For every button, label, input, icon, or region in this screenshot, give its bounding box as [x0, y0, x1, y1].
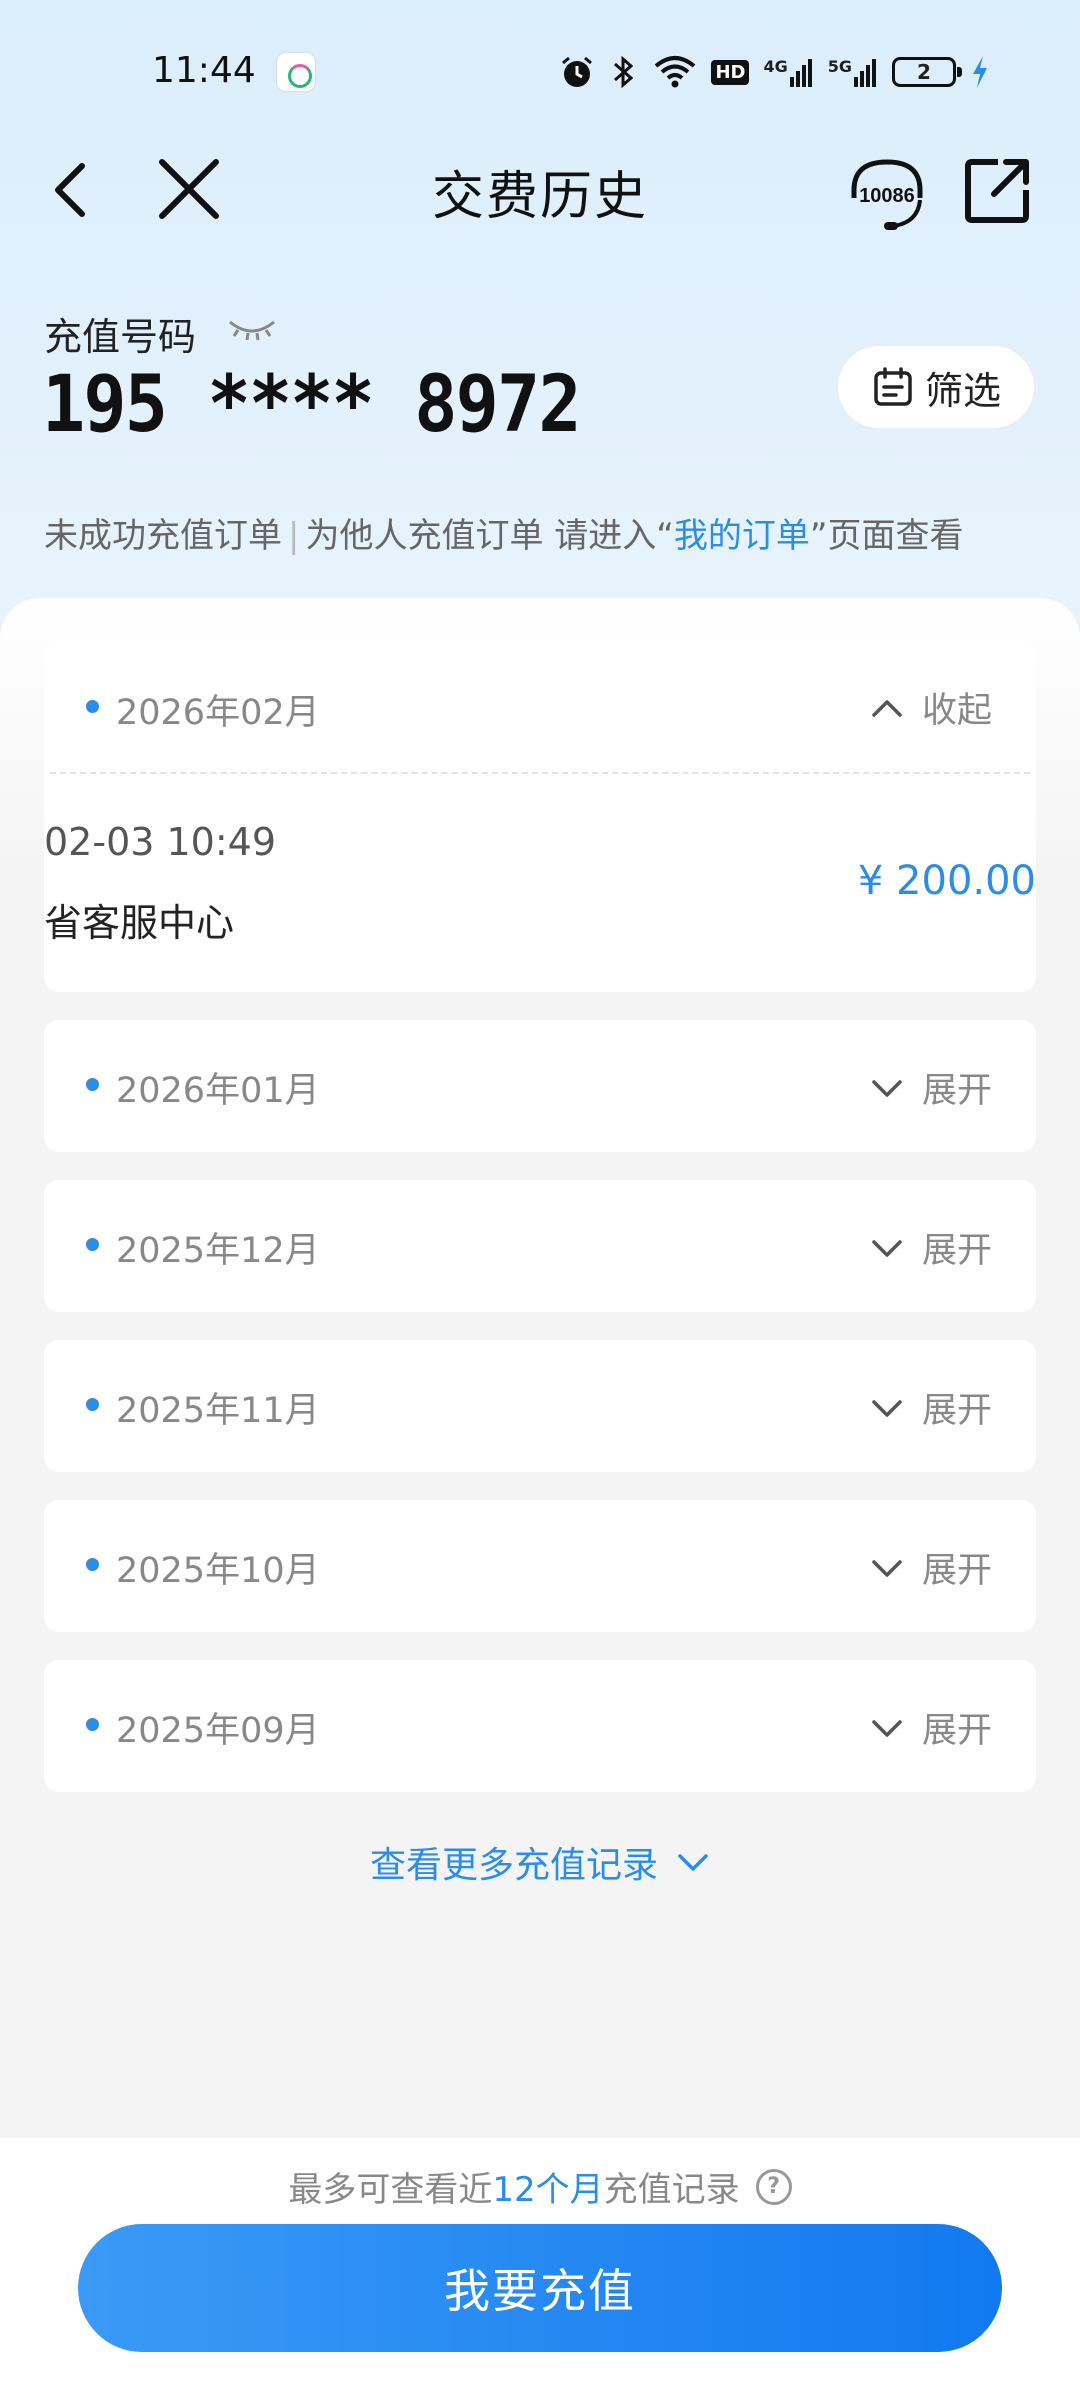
- chevron-down-icon: [872, 1079, 902, 1097]
- toggle-label: 展开: [921, 1071, 992, 1111]
- month-dot: [86, 1238, 99, 1251]
- month-label: 2025年10月: [116, 1551, 320, 1591]
- month-dot: [86, 700, 99, 713]
- expand-toggle[interactable]: 展开: [870, 1542, 992, 1593]
- toggle-label: 展开: [921, 1391, 992, 1431]
- account-number: 195 **** 8972: [42, 360, 582, 450]
- dashed-divider: [50, 772, 1030, 774]
- notice-text-1: 未成功充值订单: [44, 516, 282, 556]
- toggle-label: 展开: [921, 1551, 992, 1591]
- month-label: 2025年12月: [116, 1231, 320, 1271]
- signal-5g: 5G: [828, 57, 878, 87]
- hd-badge: HD: [711, 59, 750, 85]
- limit-text: 最多可查看近12个月充值记录: [288, 2170, 740, 2210]
- toggle-label: 展开: [921, 1711, 992, 1751]
- orders-notice: 未成功充值订单 | 为他人充值订单 请进入“我的订单”页面查看: [44, 508, 964, 557]
- view-more-records[interactable]: 查看更多充值记录: [0, 1836, 1080, 1888]
- expand-toggle[interactable]: 展开: [870, 1222, 992, 1273]
- battery-icon: 2: [892, 57, 962, 87]
- toggle-label: 展开: [921, 1231, 992, 1271]
- history-limit-note: 最多可查看近12个月充值记录 ?: [0, 2162, 1080, 2211]
- month-dot: [86, 1398, 99, 1411]
- month-label: 2025年09月: [116, 1711, 320, 1751]
- charging-icon: [973, 56, 987, 88]
- share-icon[interactable]: [958, 150, 1038, 230]
- expand-toggle[interactable]: 展开: [870, 1382, 992, 1433]
- chevron-up-icon: [872, 699, 902, 717]
- recharge-label: 我要充值: [444, 2264, 636, 2318]
- service-number: 10086: [859, 185, 915, 207]
- month-card[interactable]: 2025年12月 展开: [44, 1180, 1036, 1312]
- customer-service-icon[interactable]: 10086: [842, 148, 932, 238]
- chevron-down-icon: [678, 1854, 708, 1871]
- month-card[interactable]: 2025年11月 展开: [44, 1340, 1036, 1472]
- chevron-down-icon: [872, 1719, 902, 1737]
- carrier-app-icon: [276, 52, 316, 92]
- status-bar: 11:44 HD 4G 5G 2: [0, 40, 1080, 104]
- chevron-down-icon: [872, 1239, 902, 1257]
- month-header[interactable]: 2026年02月 收起: [44, 640, 1036, 770]
- notice-text-3: ”页面查看: [809, 516, 964, 556]
- recharge-button[interactable]: 我要充值: [78, 2224, 1002, 2352]
- my-orders-link[interactable]: 我的订单: [674, 516, 810, 556]
- month-label: 2025年11月: [116, 1391, 320, 1431]
- signal-bars-icon: [789, 59, 812, 87]
- alarm-icon: [562, 56, 593, 87]
- bluetooth-icon: [614, 55, 634, 89]
- signal-bars-icon: [854, 59, 876, 87]
- view-more-label: 查看更多充值记录: [369, 1845, 658, 1886]
- record-amount: ¥ 200.00: [857, 858, 1036, 904]
- month-label: 2026年02月: [116, 693, 320, 733]
- chevron-down-icon: [872, 1559, 902, 1577]
- collapse-toggle[interactable]: 收起: [870, 682, 992, 733]
- account-label: 充值号码: [44, 315, 197, 359]
- month-dot: [86, 1558, 99, 1571]
- month-dot: [86, 1718, 99, 1731]
- wifi-icon: [655, 56, 696, 88]
- chevron-down-icon: [872, 1399, 902, 1417]
- notice-separator: |: [288, 516, 300, 556]
- status-time: 11:44: [152, 50, 256, 91]
- month-card[interactable]: 2025年09月 展开: [44, 1660, 1036, 1792]
- month-dot: [86, 1078, 99, 1091]
- record-place: 省客服中心: [44, 901, 235, 945]
- month-card[interactable]: 2026年01月 展开: [44, 1020, 1036, 1152]
- expand-toggle[interactable]: 展开: [870, 1702, 992, 1753]
- notice-text-2: 为他人充值订单 请进入“: [305, 516, 674, 556]
- help-icon[interactable]: ?: [755, 2168, 792, 2205]
- limit-highlight: 12个月: [492, 2170, 604, 2210]
- record-time: 02-03 10:49: [44, 820, 277, 864]
- bottom-bar: 最多可查看近12个月充值记录 ? 我要充值: [0, 2138, 1080, 2400]
- calendar-icon: [874, 367, 912, 406]
- expand-toggle[interactable]: 展开: [870, 1062, 992, 1113]
- filter-button[interactable]: 筛选: [836, 344, 1036, 430]
- month-card[interactable]: 2025年10月 展开: [44, 1500, 1036, 1632]
- nav-bar: 交费历史 10086: [0, 140, 1080, 240]
- toggle-label: 收起: [921, 691, 992, 731]
- eye-closed-icon[interactable]: [226, 314, 278, 344]
- signal-4g: 4G: [763, 57, 813, 87]
- filter-label: 筛选: [924, 368, 1001, 413]
- month-label: 2026年01月: [116, 1071, 320, 1111]
- status-icons: HD 4G 5G 2: [559, 46, 990, 98]
